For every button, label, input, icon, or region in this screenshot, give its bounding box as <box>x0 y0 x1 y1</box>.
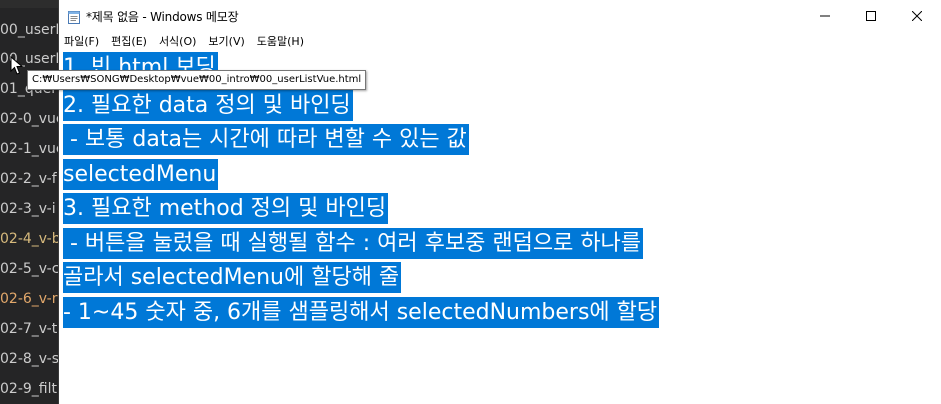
text-line: 골라서 selectedMenu에 할당해 줄 <box>63 262 402 293</box>
text-line: - 버튼을 눌렀을 때 실행될 함수 : 여러 후보중 랜덤으로 하나를 <box>63 228 644 259</box>
text-line: - 1~45 숫자 중, 6개를 샘플링해서 selectedNumbers에 … <box>63 297 660 328</box>
menu-bar: 파일(F) 편집(E) 서식(O) 보기(V) 도움말(H) <box>59 32 941 52</box>
text-line: - 보통 data는 시간에 따라 변할 수 있는 값 <box>63 124 469 155</box>
close-button[interactable] <box>894 0 940 32</box>
menu-file[interactable]: 파일(F) <box>59 32 105 52</box>
selected-text: selectedMenu <box>63 159 219 190</box>
close-icon <box>912 11 922 21</box>
explorer-file-item[interactable]: 02-6_v-r <box>0 286 58 312</box>
file-path-tooltip: C:₩Users₩SONG₩Desktop₩vue₩00_intro₩00_us… <box>27 70 367 90</box>
text-editor-area[interactable]: 1. 빈 html 보딩 2. 필요한 data 정의 및 바인딩 - 보통 d… <box>27 52 941 404</box>
explorer-file-item[interactable]: 00_userLi <box>0 17 58 43</box>
menu-help[interactable]: 도움말(H) <box>251 32 310 52</box>
explorer-file-item[interactable]: 02-4_v-b <box>0 226 58 252</box>
window-title: *제목 없음 - Windows 메모장 <box>86 10 239 24</box>
selected-text: 3. 필요한 method 정의 및 바인딩 <box>63 193 389 224</box>
notepad-app-icon <box>68 11 80 24</box>
selected-text: - 버튼을 눌렀을 때 실행될 함수 : 여러 후보중 랜덤으로 하나를 <box>63 228 644 259</box>
selected-text: - 1~45 숫자 중, 6개를 샘플링해서 selectedNumbers에 … <box>63 297 660 328</box>
explorer-file-item[interactable]: 02-2_v-f <box>0 166 58 192</box>
minimize-icon <box>820 15 830 17</box>
explorer-top-strip <box>0 0 58 8</box>
minimize-button[interactable] <box>802 0 848 32</box>
explorer-file-item[interactable]: 02-5_v-c <box>0 256 58 282</box>
explorer-file-item[interactable]: 02-9_filt <box>0 376 58 402</box>
explorer-file-item[interactable]: 02-8_v-s <box>0 346 58 372</box>
menu-format[interactable]: 서식(O) <box>153 32 202 52</box>
text-line: 3. 필요한 method 정의 및 바인딩 <box>63 193 389 224</box>
notepad-window: *제목 없음 - Windows 메모장 파일(F) 편집(E) 서식(O) 보… <box>27 0 941 404</box>
explorer-file-item[interactable]: 02-3_v-i <box>0 196 58 222</box>
menu-edit[interactable]: 편집(E) <box>105 32 153 52</box>
title-bar[interactable]: *제목 없음 - Windows 메모장 <box>59 0 941 32</box>
text-line: selectedMenu <box>63 159 219 190</box>
maximize-button[interactable] <box>848 0 894 32</box>
explorer-file-item[interactable]: 02-1_vue <box>0 136 58 162</box>
explorer-file-item[interactable]: 00_userLi <box>0 46 58 72</box>
maximize-icon <box>866 11 876 21</box>
selected-text: - 보통 data는 시간에 따라 변할 수 있는 값 <box>63 124 469 155</box>
mouse-cursor-icon <box>10 56 24 75</box>
explorer-file-item[interactable]: 02-7_v-t <box>0 316 58 342</box>
explorer-file-item[interactable]: 02-0_vue <box>0 106 58 132</box>
selected-text: 골라서 selectedMenu에 할당해 줄 <box>63 262 402 293</box>
text-line: 2. 필요한 data 정의 및 바인딩 <box>63 90 353 121</box>
selected-text: 2. 필요한 data 정의 및 바인딩 <box>63 90 353 121</box>
explorer-sidebar: 00_userLi 00_userLi 01_quer 02-0_vue 02-… <box>0 0 58 404</box>
menu-view[interactable]: 보기(V) <box>202 32 250 52</box>
